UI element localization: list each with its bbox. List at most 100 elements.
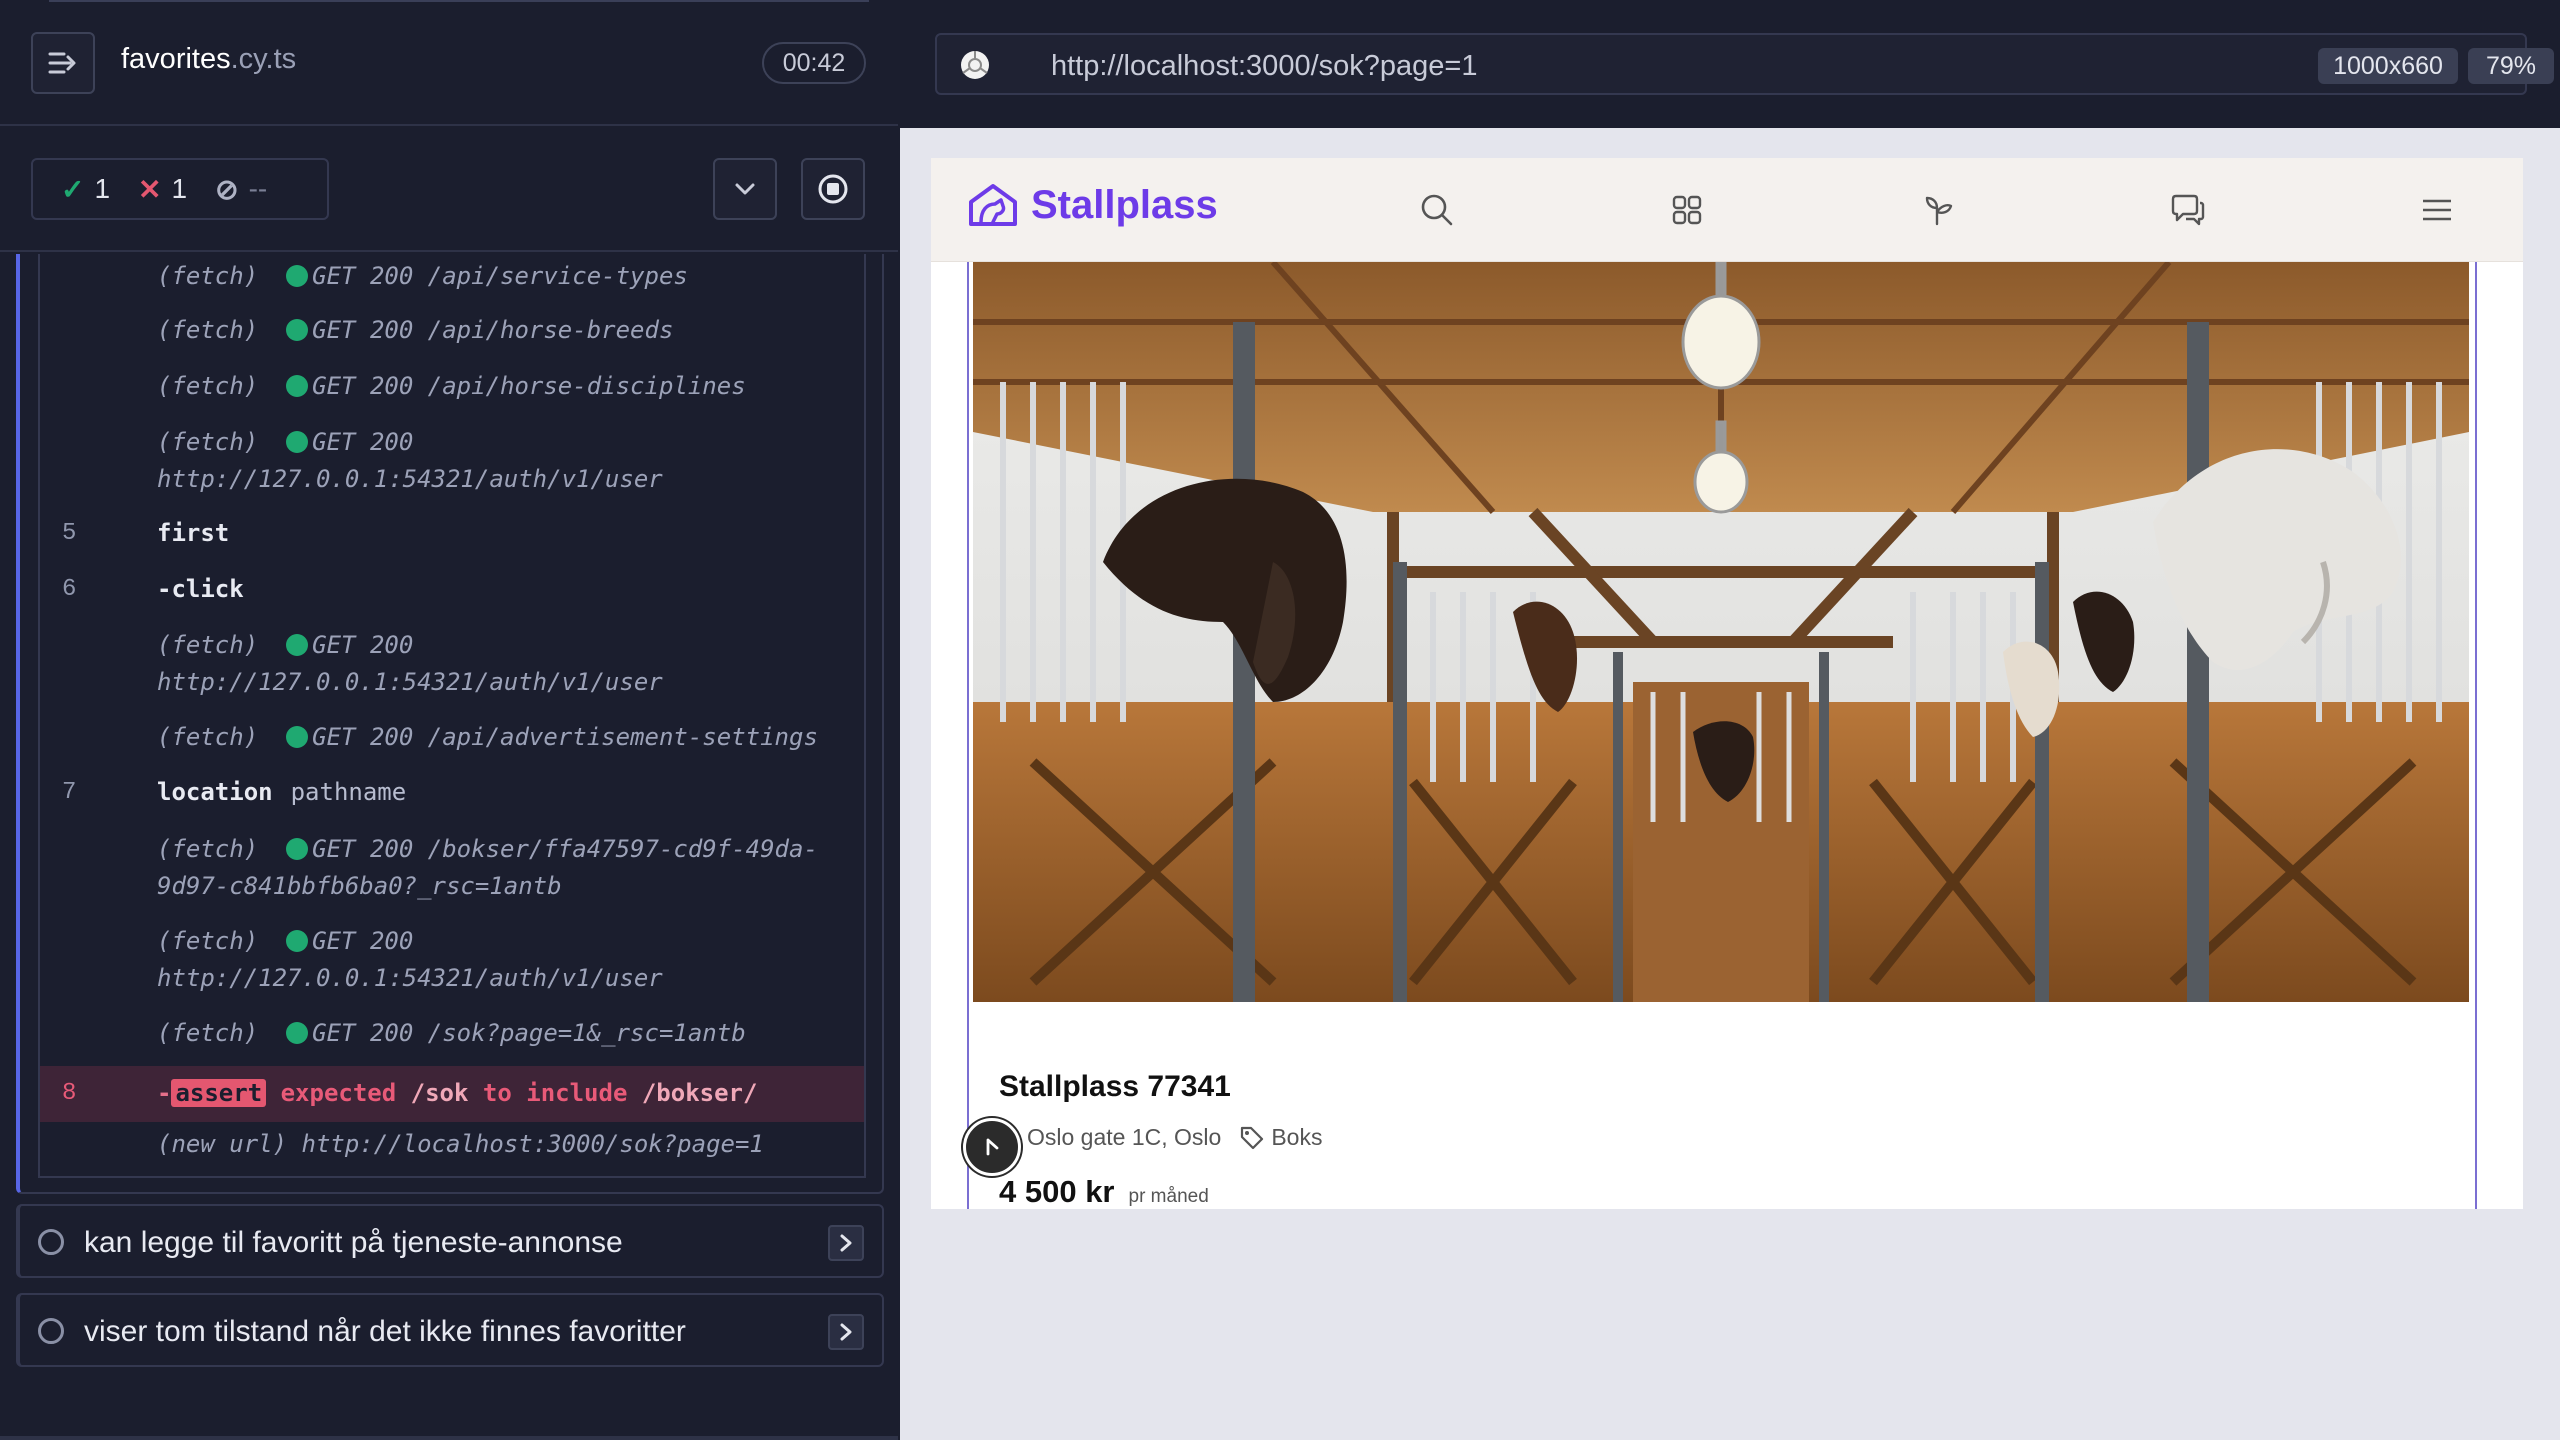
command-name: -click — [157, 575, 244, 603]
command-path: http://127.0.0.1:54321/auth/v1/user — [157, 465, 663, 493]
command-method: (fetch) — [157, 428, 259, 456]
nav-categories[interactable] — [1667, 190, 1707, 230]
chevron-right-icon — [840, 1234, 852, 1252]
cypress-cursor — [963, 1118, 1021, 1176]
status-dot-icon — [286, 1022, 309, 1044]
cursor-arrow-icon — [986, 1138, 999, 1156]
command-number: 5 — [62, 520, 77, 547]
listing-title[interactable]: Stallplass 77341 — [999, 1070, 1231, 1104]
run-timer: 00:42 — [762, 42, 866, 84]
listing-photo[interactable] — [973, 262, 2469, 1002]
command-text: (fetch) GET 200 http://127.0.0.1:54321/aut… — [157, 424, 663, 498]
stable-logo-icon — [969, 184, 1017, 226]
search-icon — [1421, 194, 1453, 226]
menu-icon — [2423, 199, 2451, 221]
command-name-text: location — [157, 778, 273, 806]
specs-list-icon — [48, 52, 76, 74]
command-text: (fetch) GET 200 http://127.0.0.1:54321/aut… — [157, 923, 663, 997]
test-title: kan legge til favoritt på tjeneste-annon… — [84, 1226, 623, 1259]
price-period: pr måned — [1128, 1186, 1209, 1207]
header-divider — [49, 0, 869, 2]
test-stats: ✓ 1 ✕ 1 ⊘ -- — [31, 158, 329, 220]
command-row[interactable]: (fetch) GET 200 http://127.0.0.1:54321/aut… — [40, 923, 864, 999]
stop-button[interactable] — [801, 158, 865, 220]
collapse-button[interactable] — [713, 158, 777, 220]
x-icon: ✕ — [138, 173, 162, 205]
check-icon: ✓ — [61, 173, 85, 205]
status-dot-icon — [286, 634, 309, 656]
passed-value: 1 — [94, 173, 111, 204]
command-arg: pathname — [290, 778, 407, 806]
command-method: (fetch) — [157, 631, 259, 659]
command-path: /api/horse-disciplines — [427, 372, 746, 400]
assert-value: /bokser/ — [641, 1079, 758, 1107]
skip-icon: ⊘ — [215, 173, 239, 205]
command-path: /api/horse-breeds — [427, 316, 674, 344]
command-path-cont: 9d97-c841bbfb6ba0?_rsc=1antb — [157, 872, 562, 900]
listing-price: 4 500 kr pr måned — [999, 1174, 1209, 1209]
status-dot-icon — [286, 375, 309, 397]
assert-text: - assert expected /sok to include /bokser… — [157, 1079, 758, 1107]
site-logo[interactable]: Stallplass — [967, 182, 1218, 228]
command-method: (fetch) — [157, 927, 259, 955]
url-bar[interactable]: http://localhost:3000/sok?page=1 1000x66… — [935, 33, 2554, 95]
command-path: http://127.0.0.1:54321/auth/v1/user — [157, 668, 663, 696]
command-text: (fetch) GET 200 /api/advertisement-settin… — [157, 719, 818, 756]
chevron-down-icon — [735, 183, 755, 195]
status-dot-icon — [286, 319, 309, 341]
stable-photo-image — [973, 262, 2469, 1002]
tag-icon — [1241, 1126, 1264, 1149]
zoom-badge[interactable]: 79% — [2468, 48, 2554, 84]
command-text: (fetch) GET 200 http://127.0.0.1:54321/aut… — [157, 627, 663, 701]
passed-count: ✓ 1 — [61, 173, 110, 206]
test-item[interactable]: kan legge til favoritt på tjeneste-annon… — [16, 1204, 884, 1278]
command-path: http://127.0.0.1:54321/auth/v1/user — [157, 964, 663, 992]
nav-forum[interactable] — [1917, 190, 1957, 230]
command-status: GET 200 — [312, 723, 414, 751]
test-item[interactable]: viser tom tilstand når det ikke finnes f… — [16, 1293, 884, 1367]
command-row[interactable]: (fetch) GET 200 http://127.0.0.1:54321/aut… — [40, 627, 864, 703]
reporter-bottom-border — [0, 1436, 898, 1440]
status-dot-icon — [286, 431, 309, 453]
failed-assert-row[interactable]: 8 - assert expected /sok to include /boks… — [40, 1066, 864, 1122]
failed-count: ✕ 1 — [138, 173, 187, 206]
viewport-size-badge[interactable]: 1000x660 — [2318, 48, 2458, 84]
command-method: (new url) — [157, 1130, 288, 1158]
open-test-button[interactable] — [828, 1314, 864, 1350]
open-test-button[interactable] — [828, 1225, 864, 1261]
aut-url[interactable]: http://localhost:3000/sok?page=1 — [1051, 50, 1477, 83]
pending-count: ⊘ -- — [215, 173, 267, 206]
nav-messages[interactable] — [2167, 190, 2207, 230]
command-method: (fetch) — [157, 372, 259, 400]
command-text: (fetch) GET 200 /bokser/ffa47597-cd9f-49d… — [157, 831, 818, 905]
listing-meta: Oslo gate 1C, Oslo Boks — [1027, 1124, 1322, 1151]
command-row[interactable]: (fetch) GET 200 http://127.0.0.1:54321/aut… — [40, 424, 864, 500]
command-text: (fetch) GET 200 /api/service-types — [157, 258, 688, 295]
listing-card[interactable]: Stallplass 77341 Oslo gate 1C, Oslo Boks… — [967, 262, 2477, 1209]
cypress-reporter: favorites.cy.ts 00:42 ✓ 1 ✕ 1 ⊘ -- (fetch) G… — [0, 0, 898, 1440]
command-status: GET 200 — [312, 262, 414, 290]
failed-value: 1 — [171, 173, 188, 204]
spec-base: favorites — [121, 43, 231, 75]
app-under-test: Stallplass Stallplass 77341 Oslo gate 1C… — [931, 158, 2523, 1209]
logo-text: Stallplass — [1031, 182, 1218, 227]
command-text: (fetch) GET 200 /api/horse-breeds — [157, 312, 673, 349]
assert-to-include: to include — [482, 1079, 628, 1107]
command-name: location pathname — [157, 774, 406, 811]
command-row[interactable]: (fetch) GET 200 /bokser/ffa47597-cd9f-49d… — [40, 831, 864, 907]
command-status: GET 200 — [312, 631, 414, 659]
command-method: (fetch) — [157, 316, 259, 344]
pending-circle-icon — [38, 1229, 64, 1255]
nav-menu[interactable] — [2417, 190, 2457, 230]
assert-pill: assert — [171, 1079, 267, 1107]
command-path: /api/service-types — [427, 262, 688, 290]
command-status: GET 200 — [312, 428, 414, 456]
reporter-header: favorites.cy.ts 00:42 — [0, 0, 898, 126]
command-method: (fetch) — [157, 723, 259, 751]
pending-value: -- — [248, 173, 268, 204]
command-log: (fetch) GET 200 /api/service-types (fetch… — [38, 254, 866, 1178]
nav-search[interactable] — [1417, 190, 1457, 230]
toggle-specs-button[interactable] — [31, 32, 95, 94]
command-log-panel: (fetch) GET 200 /api/service-types (fetch… — [16, 254, 884, 1194]
chevron-right-icon — [840, 1323, 852, 1341]
